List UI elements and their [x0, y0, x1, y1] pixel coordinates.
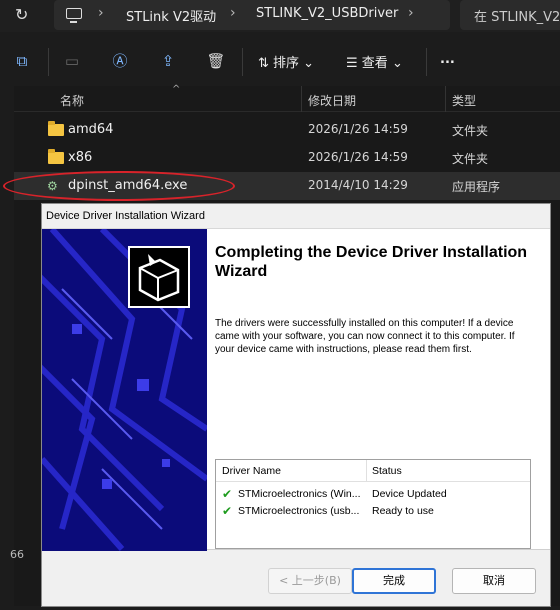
chevron-right-icon[interactable]: ›	[408, 5, 414, 21]
file-type: 文件夹	[452, 152, 489, 166]
dialog-body: Completing the Device Driver Installatio…	[42, 228, 550, 551]
column-type[interactable]: 类型	[452, 92, 476, 109]
dialog-title: Device Driver Installation Wizard	[46, 210, 205, 222]
divider	[242, 48, 243, 76]
driver-row[interactable]: ✔ STMicroelectronics (usb... Ready to us…	[216, 503, 530, 520]
wizard-heading: Completing the Device Driver Installatio…	[215, 244, 528, 280]
folder-icon	[48, 149, 64, 164]
paste-icon[interactable]: ▭	[62, 51, 82, 71]
copy-icon[interactable]: ⧉	[12, 51, 32, 71]
wizard-side-banner	[42, 229, 207, 551]
cancel-button[interactable]: 取消	[452, 568, 536, 594]
search-input[interactable]: 在 STLINK_V2_	[460, 0, 560, 30]
share-icon[interactable]: ⇪	[158, 51, 178, 71]
folder-icon	[48, 121, 64, 136]
view-label: 查看	[361, 56, 388, 71]
col-status[interactable]: Status	[372, 465, 402, 477]
install-box-icon	[128, 246, 190, 308]
driver-name: STMicroelectronics (Win...	[238, 488, 361, 500]
computer-icon	[66, 8, 82, 23]
column-header: ^ 名称 修改日期 类型	[14, 84, 560, 112]
wizard-message: The drivers were successfully installed …	[215, 318, 515, 355]
divider	[426, 48, 427, 76]
refresh-icon[interactable]: ↻	[15, 5, 28, 24]
file-date: 2026/1/26 14:59	[308, 150, 408, 164]
chevron-right-icon[interactable]: ›	[98, 5, 104, 21]
divider	[48, 48, 49, 76]
breadcrumb[interactable]: › STLink V2驱动 › STLINK_V2_USBDriver ›	[54, 0, 450, 30]
delete-icon[interactable]: 🗑	[206, 51, 226, 71]
sort-up-icon: ^	[172, 84, 181, 95]
file-name: amd64	[68, 122, 114, 137]
chevron-right-icon[interactable]: ›	[230, 5, 236, 21]
column-date[interactable]: 修改日期	[308, 92, 356, 109]
wizard-dialog: Device Driver Installation Wizard Comple…	[41, 203, 551, 607]
file-date: 2026/1/26 14:59	[308, 122, 408, 136]
column-name[interactable]: 名称	[60, 92, 84, 109]
address-bar: ↻ › STLink V2驱动 › STLINK_V2_USBDriver › …	[0, 0, 560, 32]
breadcrumb-item[interactable]: STLink V2驱动	[126, 6, 216, 25]
column-divider[interactable]	[301, 86, 302, 112]
sort-label: 排序	[273, 56, 300, 71]
column-divider[interactable]	[366, 460, 367, 482]
more-button[interactable]: ...	[440, 52, 455, 67]
file-row-x86[interactable]: x86 2026/1/26 14:59 文件夹	[14, 144, 560, 172]
col-driver-name[interactable]: Driver Name	[222, 465, 281, 477]
back-button[interactable]: < 上一步(B)	[268, 568, 352, 594]
status-fragment: 66	[10, 548, 24, 561]
file-type: 文件夹	[452, 124, 489, 138]
breadcrumb-item[interactable]: STLINK_V2_USBDriver	[256, 6, 398, 21]
driver-name: STMicroelectronics (usb...	[238, 505, 360, 517]
driver-status: Ready to use	[372, 505, 434, 517]
finish-button[interactable]: 完成	[352, 568, 436, 594]
file-name: x86	[68, 150, 93, 165]
driver-table[interactable]: Driver Name Status ✔ STMicroelectronics …	[215, 459, 531, 549]
command-bar: ⧉ ▭ Ⓐ ⇪ 🗑 ⇅ 排序 ⌄ ☰ 查看 ⌄ ...	[0, 38, 560, 86]
search-placeholder: 在 STLINK_V2_	[474, 10, 560, 25]
checkmark-icon: ✔	[222, 487, 233, 501]
checkmark-icon: ✔	[222, 504, 233, 518]
rename-icon[interactable]: Ⓐ	[110, 51, 130, 71]
driver-row[interactable]: ✔ STMicroelectronics (Win... Device Upda…	[216, 486, 530, 503]
file-date: 2014/4/10 14:29	[308, 178, 408, 192]
sort-button[interactable]: ⇅ 排序 ⌄	[258, 52, 314, 71]
driver-status: Device Updated	[372, 488, 447, 500]
driver-table-header: Driver Name Status	[216, 460, 530, 482]
file-type: 应用程序	[452, 180, 501, 194]
column-divider[interactable]	[445, 86, 446, 112]
view-button[interactable]: ☰ 查看 ⌄	[346, 52, 403, 71]
file-row-amd64[interactable]: amd64 2026/1/26 14:59 文件夹	[14, 116, 560, 144]
red-annotation-circle	[3, 171, 235, 201]
